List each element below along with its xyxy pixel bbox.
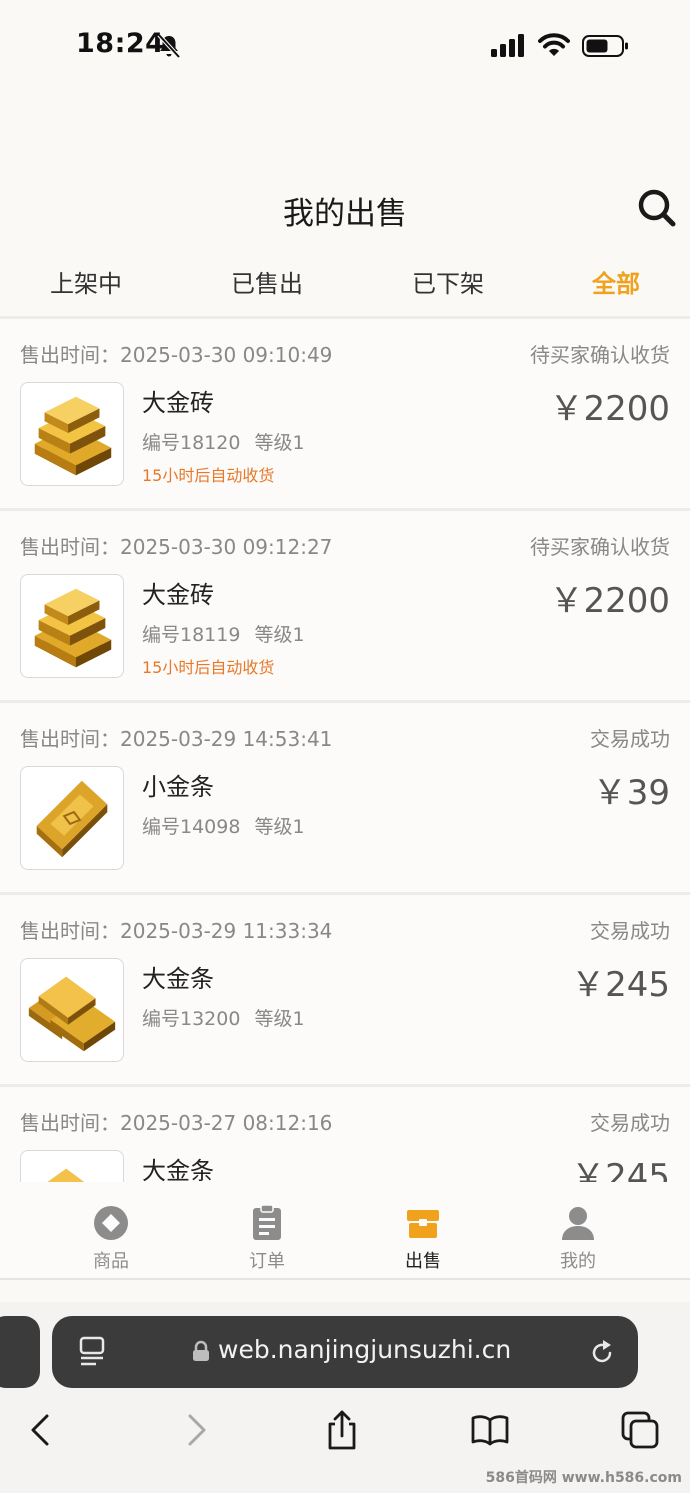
nav-profile[interactable]: 我的 xyxy=(523,1204,633,1273)
order-card[interactable]: 售出时间：2025-03-27 08:12:16 交易成功 大金条 ￥245 xyxy=(0,1084,690,1182)
browser-toolbar: web.nanjingjunsuzhi.cn xyxy=(0,1302,690,1493)
sale-time: 售出时间：2025-03-30 09:10:49 xyxy=(20,343,333,367)
share-icon[interactable] xyxy=(322,1410,362,1450)
sale-price: ￥39 xyxy=(592,773,670,813)
tab-sold[interactable]: 已售出 xyxy=(231,262,303,306)
item-level: 等级1 xyxy=(254,816,305,838)
sale-order-list: 售出时间：2025-03-30 09:10:49 待买家确认收货 大金砖 编号1… xyxy=(0,316,690,1182)
nav-orders-label: 订单 xyxy=(249,1251,285,1272)
order-status: 待买家确认收货 xyxy=(530,535,670,559)
gold-brick-stack-image xyxy=(20,382,124,486)
sale-time: 售出时间：2025-03-29 11:33:34 xyxy=(20,919,333,943)
gold-brick-stack-image xyxy=(20,574,124,678)
tab-delisted[interactable]: 已下架 xyxy=(412,262,484,306)
bell-muted-icon xyxy=(157,33,181,59)
nav-orders[interactable]: 订单 xyxy=(212,1204,322,1273)
status-time: 18:24 xyxy=(76,28,165,59)
auto-receive-note: 15小时后自动收货 xyxy=(142,466,275,485)
previous-tab-pill[interactable] xyxy=(0,1316,40,1388)
item-serial: 编号14098 xyxy=(142,816,241,838)
status-tabs: 上架中 已售出 已下架 全部 xyxy=(0,262,690,314)
item-serial: 编号13200 xyxy=(142,1008,241,1030)
sale-price: ￥245 xyxy=(571,965,670,1005)
nav-sell-label: 出售 xyxy=(405,1251,441,1272)
item-meta: 编号13200 等级1 xyxy=(142,1004,305,1031)
order-status: 交易成功 xyxy=(590,1111,670,1135)
tab-listed[interactable]: 上架中 xyxy=(50,262,122,306)
sale-price: ￥2200 xyxy=(549,581,670,621)
item-meta: 编号18120 等级1 xyxy=(142,428,305,455)
item-level: 等级1 xyxy=(254,1008,305,1030)
status-bar: 18:24 xyxy=(0,0,690,95)
sale-price: ￥2200 xyxy=(549,389,670,429)
single-gold-bar-image xyxy=(20,766,124,870)
sale-time: 售出时间：2025-03-30 09:12:27 xyxy=(20,535,333,559)
item-meta: 编号18119 等级1 xyxy=(142,620,305,647)
bottom-nav: 商品 订单 出售 我的 xyxy=(0,1182,690,1280)
item-name: 小金条 xyxy=(142,773,214,801)
order-card[interactable]: 售出时间：2025-03-29 14:53:41 交易成功 小金条 编号1409… xyxy=(0,700,690,892)
item-level: 等级1 xyxy=(254,624,305,646)
goods-icon xyxy=(94,1206,128,1240)
battery-icon xyxy=(582,35,628,57)
gold-bar-pile-image xyxy=(20,1150,124,1182)
sell-icon xyxy=(407,1210,439,1238)
item-meta: 编号14098 等级1 xyxy=(142,812,305,839)
item-serial: 编号18120 xyxy=(142,432,241,454)
page-menu-icon[interactable] xyxy=(78,1336,106,1368)
order-status: 交易成功 xyxy=(590,919,670,943)
item-name: 大金砖 xyxy=(142,581,214,609)
url-text: web.nanjingjunsuzhi.cn xyxy=(218,1335,512,1364)
item-level: 等级1 xyxy=(254,432,305,454)
reload-icon[interactable] xyxy=(588,1336,616,1366)
nav-profile-label: 我的 xyxy=(560,1251,596,1272)
order-card[interactable]: 售出时间：2025-03-30 09:10:49 待买家确认收货 大金砖 编号1… xyxy=(0,316,690,508)
order-card[interactable]: 售出时间：2025-03-30 09:12:27 待买家确认收货 大金砖 编号1… xyxy=(0,508,690,700)
forward-icon[interactable] xyxy=(176,1410,216,1450)
item-name: 大金条 xyxy=(142,1157,214,1182)
sale-time: 售出时间：2025-03-29 14:53:41 xyxy=(20,727,333,751)
item-serial: 编号18119 xyxy=(142,624,241,646)
bookmarks-icon[interactable] xyxy=(470,1410,510,1450)
sale-time: 售出时间：2025-03-27 08:12:16 xyxy=(20,1111,333,1135)
order-card[interactable]: 售出时间：2025-03-29 11:33:34 交易成功 大金条 编号1320… xyxy=(0,892,690,1084)
auto-receive-note: 15小时后自动收货 xyxy=(142,658,275,677)
tabs-icon[interactable] xyxy=(620,1410,660,1450)
nav-goods[interactable]: 商品 xyxy=(56,1204,166,1273)
lock-icon xyxy=(193,1340,209,1361)
item-name: 大金砖 xyxy=(142,389,214,417)
order-status: 待买家确认收货 xyxy=(530,343,670,367)
profile-icon xyxy=(562,1207,594,1240)
search-icon[interactable] xyxy=(636,187,678,229)
watermark: 586首码网 www.h586.com xyxy=(485,1470,682,1486)
tab-all[interactable]: 全部 xyxy=(592,262,640,306)
sale-price: ￥245 xyxy=(571,1157,670,1182)
nav-sell[interactable]: 出售 xyxy=(368,1204,478,1273)
item-name: 大金条 xyxy=(142,965,214,993)
cellular-signal-icon xyxy=(491,34,524,57)
orders-icon xyxy=(253,1204,281,1240)
back-icon[interactable] xyxy=(22,1410,62,1450)
nav-goods-label: 商品 xyxy=(93,1251,129,1272)
wifi-icon xyxy=(538,33,570,56)
page-title: 我的出售 xyxy=(283,196,407,232)
gold-bar-pile-image xyxy=(20,958,124,1062)
order-status: 交易成功 xyxy=(590,727,670,751)
